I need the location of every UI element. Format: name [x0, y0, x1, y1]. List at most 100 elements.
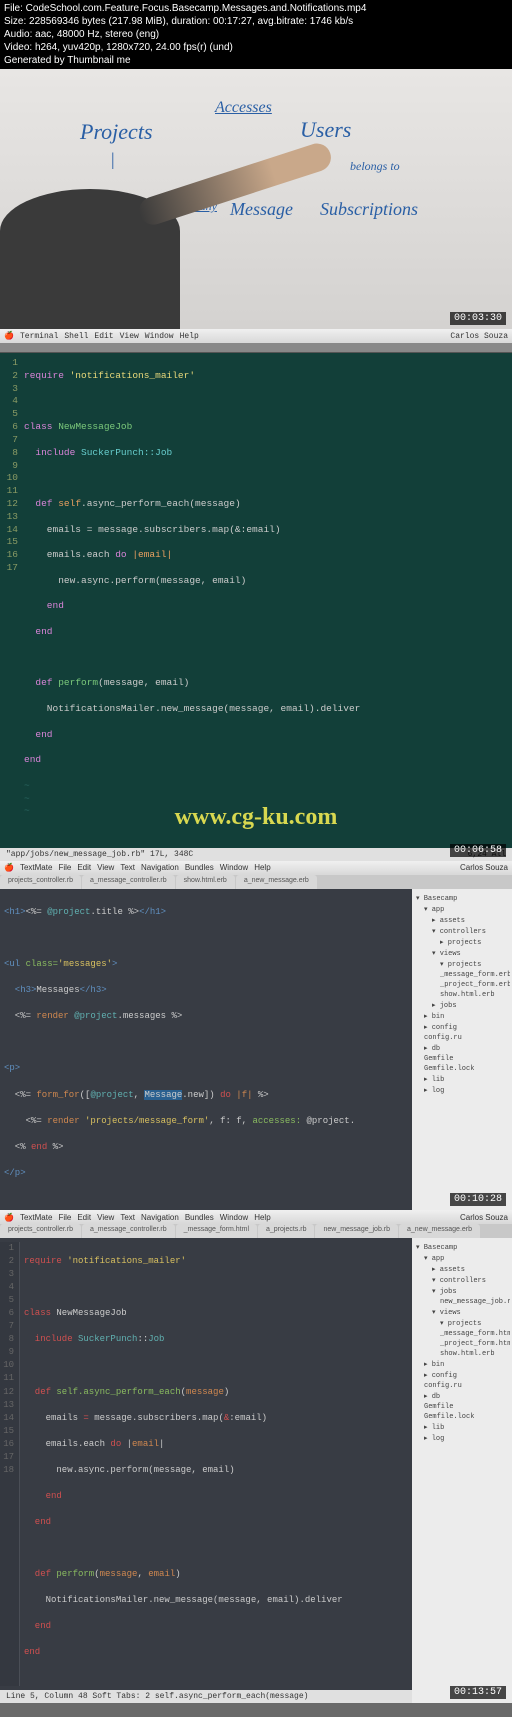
menubar-right: Carlos Souza [450, 332, 508, 341]
tree-item[interactable]: ▾ controllers [414, 1275, 510, 1286]
menubar-item[interactable]: View [97, 1213, 114, 1222]
tree-item[interactable]: ▾ views [414, 1307, 510, 1318]
tree-item[interactable]: ▸ config [414, 1370, 510, 1381]
tree-item[interactable]: ▾ jobs [414, 1286, 510, 1297]
menubar-user: Carlos Souza [460, 1213, 508, 1222]
menubar-item[interactable]: Edit [77, 1213, 91, 1222]
code-lines[interactable]: require 'notifications_mailer' class New… [20, 1242, 412, 1686]
menubar-item[interactable]: Navigation [141, 863, 179, 872]
editor-tabs[interactable]: projects_controller.rb a_message_control… [0, 875, 512, 889]
file-tree-sidebar[interactable]: ▾ Basecamp ▾ app ▸ assets ▾ controllers … [412, 889, 512, 1210]
menubar-item[interactable]: View [120, 332, 139, 341]
menubar-item[interactable]: Window [145, 332, 174, 341]
editor-tab[interactable]: a_new_message.erb [399, 1224, 480, 1238]
tree-item[interactable]: Gemfile.lock [414, 1064, 510, 1074]
tree-item[interactable]: ▸ lib [414, 1422, 510, 1433]
video-info-header: File: CodeSchool.com.Feature.Focus.Basec… [0, 0, 512, 69]
tree-item[interactable]: ▸ log [414, 1433, 510, 1444]
audio-line: Audio: aac, 48000 Hz, stereo (eng) [4, 28, 508, 41]
tree-item[interactable]: ▸ assets [414, 1264, 510, 1275]
tree-item[interactable]: Gemfile.lock [414, 1412, 510, 1422]
editor-tab[interactable]: a_message_controller.rb [82, 1224, 175, 1238]
tree-item[interactable]: ▾ projects [414, 1318, 510, 1329]
editor-tab[interactable]: projects_controller.rb [0, 1224, 81, 1238]
code-lines[interactable]: <h1><%= @project.title %></h1> <ul class… [0, 893, 412, 1206]
menubar-item[interactable]: Help [254, 1213, 270, 1222]
menubar-item[interactable]: Text [120, 863, 135, 872]
editor-tabs[interactable]: projects_controller.rb a_message_control… [0, 1224, 512, 1238]
tree-item[interactable]: ▸ jobs [414, 1000, 510, 1011]
tree-item[interactable]: ▸ db [414, 1043, 510, 1054]
editor-tab[interactable]: a_message_controller.rb [82, 875, 175, 889]
mac-menubar[interactable]: 🍎 Terminal Shell Edit View Window Help C… [0, 329, 512, 343]
wb-projects: Projects [80, 119, 153, 145]
status-left: "app/jobs/new_message_job.rb" 17L, 348C [6, 850, 193, 859]
textmate-panel-2: 🍎 TextMate File Edit View Text Navigatio… [0, 1210, 512, 1717]
menubar-item[interactable]: Help [180, 332, 199, 341]
tree-item[interactable]: Gemfile [414, 1402, 510, 1412]
menubar-app[interactable]: TextMate [20, 1213, 52, 1222]
menubar-item[interactable]: File [58, 1213, 71, 1222]
menubar-user: Carlos Souza [450, 332, 508, 341]
editor-tab[interactable]: projects_controller.rb [0, 875, 81, 889]
menubar-app[interactable]: Terminal [20, 332, 58, 341]
editor-tab[interactable]: show.html.erb [176, 875, 235, 889]
editor-tab[interactable]: a_projects.rb [258, 1224, 314, 1238]
tree-item[interactable]: ▾ app [414, 1253, 510, 1264]
tree-item[interactable]: config.ru [414, 1381, 510, 1391]
file-tree-sidebar[interactable]: ▾ Basecamp ▾ app ▸ assets ▾ controllers … [412, 1238, 512, 1703]
tree-item[interactable]: new_message_job.rb [414, 1297, 510, 1307]
terminal-tab-bar[interactable] [0, 343, 512, 353]
tree-item[interactable]: ▸ config [414, 1022, 510, 1033]
menubar-item[interactable]: File [58, 863, 71, 872]
terminal-code-area[interactable]: 1234567891011121314151617 require 'notif… [0, 353, 512, 848]
menubar-item[interactable]: Bundles [185, 863, 214, 872]
tree-item[interactable]: show.html.erb [414, 1349, 510, 1359]
tree-item[interactable]: ▾ views [414, 948, 510, 959]
menubar-item[interactable]: Window [220, 863, 248, 872]
menubar-item[interactable]: Shell [64, 332, 88, 341]
tree-item[interactable]: ▸ bin [414, 1359, 510, 1370]
menubar-item[interactable]: Text [120, 1213, 135, 1222]
tree-item[interactable]: ▸ projects [414, 937, 510, 948]
mac-menubar[interactable]: 🍎 TextMate File Edit View Text Navigatio… [0, 1210, 512, 1224]
tree-item[interactable]: ▾ Basecamp [414, 1242, 510, 1253]
tree-item[interactable]: _project_form.html.erb [414, 1339, 510, 1349]
code-lines[interactable]: require 'notifications_mailer' class New… [24, 357, 512, 844]
tree-item[interactable]: _project_form.erb [414, 980, 510, 990]
apple-icon[interactable]: 🍎 [4, 863, 14, 872]
tree-item[interactable]: ▾ Basecamp [414, 893, 510, 904]
tree-item[interactable]: ▸ bin [414, 1011, 510, 1022]
tree-item[interactable]: config.ru [414, 1033, 510, 1043]
tree-item[interactable]: _message_form.html.erb [414, 1329, 510, 1339]
editor-code-area[interactable]: 123456789101112131415161718 require 'not… [0, 1238, 412, 1690]
menubar-item[interactable]: Edit [94, 332, 113, 341]
menubar-item[interactable]: Help [254, 863, 270, 872]
editor-tab[interactable]: new_message_job.rb [315, 1224, 398, 1238]
menubar-item[interactable]: Edit [77, 863, 91, 872]
editor-code-area[interactable]: <h1><%= @project.title %></h1> <ul class… [0, 889, 412, 1210]
menubar-item[interactable]: Window [220, 1213, 248, 1222]
wb-accesses: Accesses [215, 99, 272, 117]
tree-item[interactable]: ▸ log [414, 1085, 510, 1096]
tree-item[interactable]: ▾ controllers [414, 926, 510, 937]
tree-item[interactable]: ▾ app [414, 904, 510, 915]
dock-bar[interactable] [0, 1703, 512, 1717]
menubar-app[interactable]: TextMate [20, 863, 52, 872]
tree-item[interactable]: ▾ projects [414, 959, 510, 970]
mac-menubar[interactable]: 🍎 TextMate File Edit View Text Navigatio… [0, 861, 512, 875]
tree-item[interactable]: ▸ db [414, 1391, 510, 1402]
apple-icon[interactable]: 🍎 [4, 1213, 14, 1222]
apple-icon[interactable]: 🍎 [4, 331, 14, 341]
editor-tab[interactable]: a_new_message.erb [236, 875, 317, 889]
menubar-item[interactable]: Bundles [185, 1213, 214, 1222]
tree-item[interactable]: _message_form.erb [414, 970, 510, 980]
tree-item[interactable]: show.html.erb [414, 990, 510, 1000]
tree-item[interactable]: ▸ lib [414, 1074, 510, 1085]
tree-item[interactable]: Gemfile [414, 1054, 510, 1064]
tree-item[interactable]: ▸ assets [414, 915, 510, 926]
terminal-panel: 🍎 Terminal Shell Edit View Window Help C… [0, 329, 512, 861]
menubar-item[interactable]: Navigation [141, 1213, 179, 1222]
editor-tab[interactable]: _message_form.html [176, 1224, 257, 1238]
menubar-item[interactable]: View [97, 863, 114, 872]
